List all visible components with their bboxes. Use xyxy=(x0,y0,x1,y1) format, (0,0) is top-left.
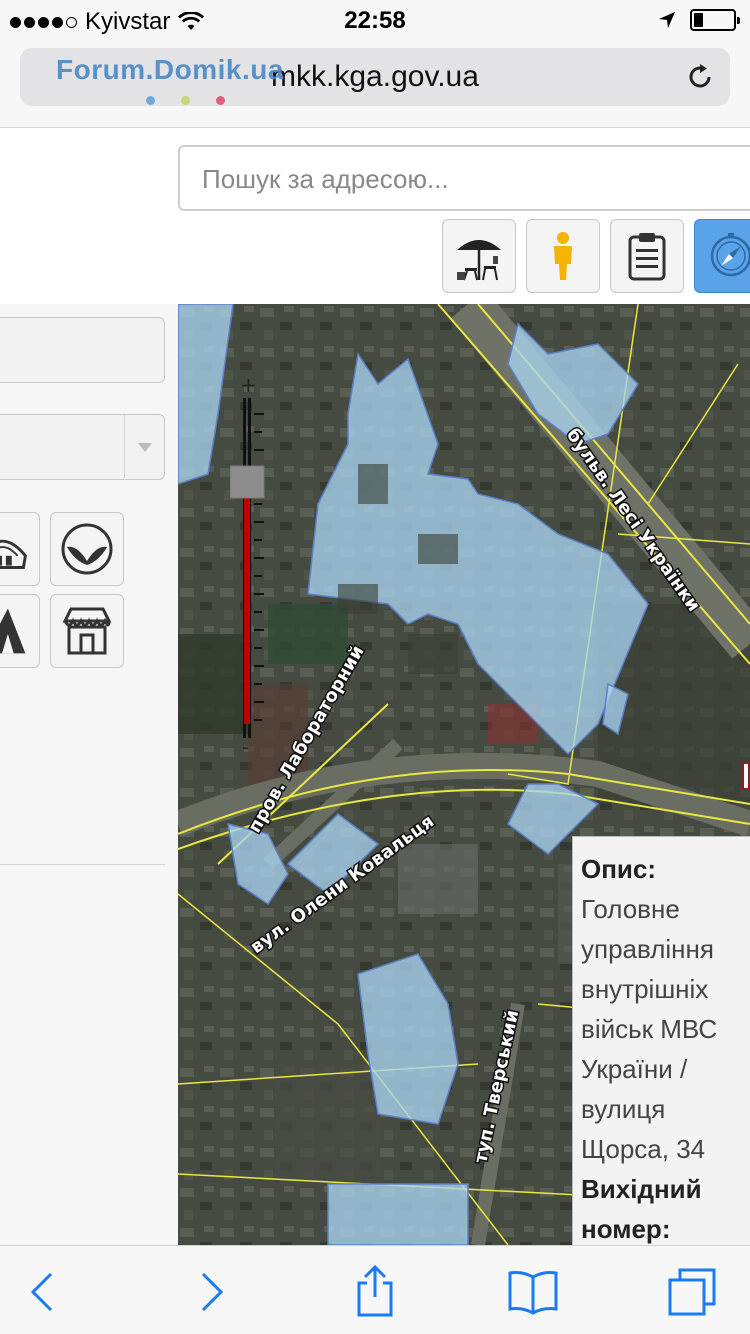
bookmarks-button[interactable] xyxy=(505,1266,561,1318)
popup-outgoing-label: Вихідний xyxy=(581,1174,702,1204)
watermark-logo: Forum.Domik.ua xyxy=(56,54,336,105)
browser-toolbar xyxy=(0,1245,750,1334)
beach-layer-button[interactable] xyxy=(442,219,516,293)
status-bar: Kyivstar 22:58 xyxy=(0,0,750,40)
roof-button[interactable] xyxy=(0,512,40,586)
bookmarks-icon xyxy=(508,1271,558,1315)
zoom-in-icon[interactable]: + xyxy=(240,373,257,397)
location-arrow-icon xyxy=(659,12,675,28)
compass-icon xyxy=(710,233,750,277)
back-button[interactable] xyxy=(14,1266,70,1318)
forward-icon xyxy=(201,1272,224,1312)
screen: Kyivstar 22:58 mkk.kga.gov.ua Forum.Domi… xyxy=(0,0,750,1334)
share-icon xyxy=(357,1265,393,1317)
shop-button[interactable] xyxy=(50,594,124,668)
battery-icon xyxy=(690,9,740,31)
popup-outgoing-label-2: номер: xyxy=(581,1214,671,1244)
shop-icon xyxy=(62,607,112,655)
watermark-text: Forum.Domik.ua xyxy=(56,54,284,85)
layer-select[interactable] xyxy=(0,414,165,480)
map-marker[interactable] xyxy=(742,762,750,790)
popup-description-line: управління xyxy=(581,934,714,964)
parcel-info-popup: Опис: Головне управління внутрішніх війс… xyxy=(572,836,750,1256)
chevron-down-icon xyxy=(137,442,152,452)
parcel-input[interactable] xyxy=(0,317,165,383)
browser-chrome: mkk.kga.gov.ua Forum.Domik.ua xyxy=(0,40,750,128)
street-view-button[interactable] xyxy=(526,219,600,293)
address-search[interactable] xyxy=(178,145,750,211)
zoom-out-icon[interactable]: - xyxy=(242,735,249,759)
select-caret[interactable] xyxy=(124,415,164,478)
pegman-icon xyxy=(554,232,572,280)
popup-description-label: Опис: xyxy=(581,854,657,884)
forward-button[interactable] xyxy=(184,1266,240,1318)
back-icon xyxy=(30,1272,53,1312)
zoom-slider[interactable]: + - xyxy=(229,373,280,764)
zoom-level-bar xyxy=(244,484,250,724)
reload-icon[interactable] xyxy=(684,61,716,93)
clipboard-icon xyxy=(628,233,666,281)
search-input[interactable] xyxy=(202,161,742,197)
zoom-slider-handle[interactable] xyxy=(229,465,265,499)
address-bar[interactable]: mkk.kga.gov.ua Forum.Domik.ua xyxy=(20,48,730,106)
popup-description-line: Головне xyxy=(581,894,680,924)
report-button[interactable] xyxy=(610,219,684,293)
navigation-button[interactable] xyxy=(694,219,750,293)
tabs-icon xyxy=(668,1268,716,1316)
status-right xyxy=(658,9,740,31)
popup-description-line: внутрішніх xyxy=(581,974,709,1004)
tent-icon xyxy=(0,608,26,654)
tent-button[interactable] xyxy=(0,594,40,668)
popup-description-line: вулиця xyxy=(581,1094,666,1124)
hands-icon xyxy=(61,523,113,575)
panel-divider xyxy=(0,864,165,865)
share-button[interactable] xyxy=(347,1265,403,1318)
watermark-dots xyxy=(146,96,225,105)
popup-description-line: Щорса, 34 xyxy=(581,1134,706,1164)
left-panel xyxy=(0,304,178,1245)
tabs-button[interactable] xyxy=(664,1266,720,1318)
social-button[interactable] xyxy=(50,512,124,586)
roof-icon xyxy=(0,539,27,569)
clock: 22:58 xyxy=(344,7,406,34)
beach-umbrella-icon xyxy=(457,240,501,281)
popup-description-line: військ МВС xyxy=(581,1014,718,1044)
popup-description-line: України / xyxy=(581,1054,688,1084)
